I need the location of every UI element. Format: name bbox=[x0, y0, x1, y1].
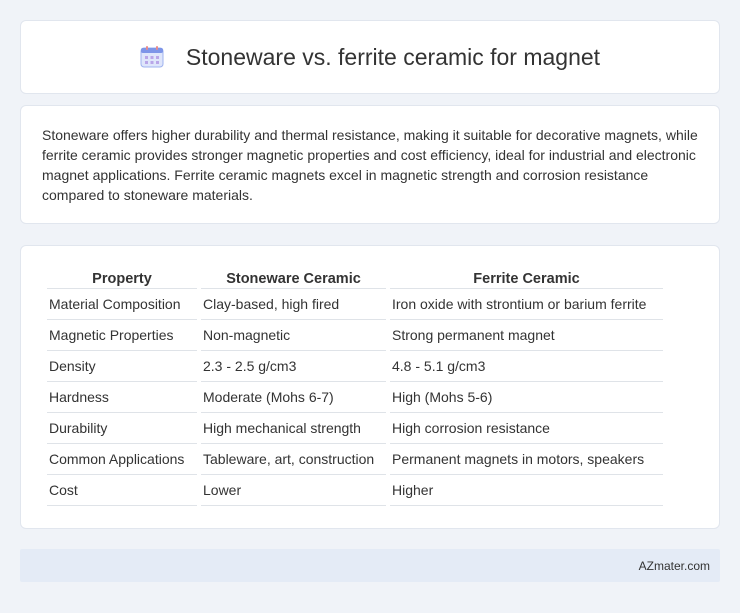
cell-property: Density bbox=[47, 351, 197, 382]
cell-property: Material Composition bbox=[47, 289, 197, 320]
description-text: Stoneware offers higher durability and t… bbox=[42, 127, 698, 203]
comparison-table-card: Property Stoneware Ceramic Ferrite Ceram… bbox=[20, 245, 720, 529]
cell-stoneware: 2.3 - 2.5 g/cm3 bbox=[201, 351, 386, 382]
cell-stoneware: High mechanical strength bbox=[201, 413, 386, 444]
cell-stoneware: Non-magnetic bbox=[201, 320, 386, 351]
table-row: Hardness Moderate (Mohs 6-7) High (Mohs … bbox=[47, 382, 663, 413]
cell-property: Durability bbox=[47, 413, 197, 444]
footer-brand: AZmater.com bbox=[638, 558, 710, 573]
comparison-table: Property Stoneware Ceramic Ferrite Ceram… bbox=[43, 266, 667, 506]
cell-ferrite: Strong permanent magnet bbox=[390, 320, 663, 351]
cell-stoneware: Clay-based, high fired bbox=[201, 289, 386, 320]
cell-stoneware: Lower bbox=[201, 475, 386, 506]
header-stoneware: Stoneware Ceramic bbox=[201, 266, 386, 289]
table-row: Common Applications Tableware, art, cons… bbox=[47, 444, 663, 475]
cell-ferrite: Iron oxide with strontium or barium ferr… bbox=[390, 289, 663, 320]
cell-ferrite: Higher bbox=[390, 475, 663, 506]
table-row: Durability High mechanical strength High… bbox=[47, 413, 663, 444]
table-row: Cost Lower Higher bbox=[47, 475, 663, 506]
table-header-row: Property Stoneware Ceramic Ferrite Ceram… bbox=[47, 266, 663, 289]
cell-property: Common Applications bbox=[47, 444, 197, 475]
title-card: Stoneware vs. ferrite ceramic for magnet bbox=[20, 20, 720, 94]
cell-ferrite: Permanent magnets in motors, speakers bbox=[390, 444, 663, 475]
table-row: Density 2.3 - 2.5 g/cm3 4.8 - 5.1 g/cm3 bbox=[47, 351, 663, 382]
cell-ferrite: 4.8 - 5.1 g/cm3 bbox=[390, 351, 663, 382]
cell-stoneware: Tableware, art, construction bbox=[201, 444, 386, 475]
cell-ferrite: High corrosion resistance bbox=[390, 413, 663, 444]
cell-stoneware: Moderate (Mohs 6-7) bbox=[201, 382, 386, 413]
table-row: Magnetic Properties Non-magnetic Strong … bbox=[47, 320, 663, 351]
cell-property: Cost bbox=[47, 475, 197, 506]
cell-property: Hardness bbox=[47, 382, 197, 413]
header-property: Property bbox=[47, 266, 197, 289]
footer-bar: AZmater.com bbox=[20, 549, 720, 582]
cell-property: Magnetic Properties bbox=[47, 320, 197, 351]
table-row: Material Composition Clay-based, high fi… bbox=[47, 289, 663, 320]
description-card: Stoneware offers higher durability and t… bbox=[20, 105, 720, 224]
calendar-icon bbox=[140, 45, 166, 69]
header-ferrite: Ferrite Ceramic bbox=[390, 266, 663, 289]
page-title: Stoneware vs. ferrite ceramic for magnet bbox=[185, 43, 601, 70]
cell-ferrite: High (Mohs 5-6) bbox=[390, 382, 663, 413]
